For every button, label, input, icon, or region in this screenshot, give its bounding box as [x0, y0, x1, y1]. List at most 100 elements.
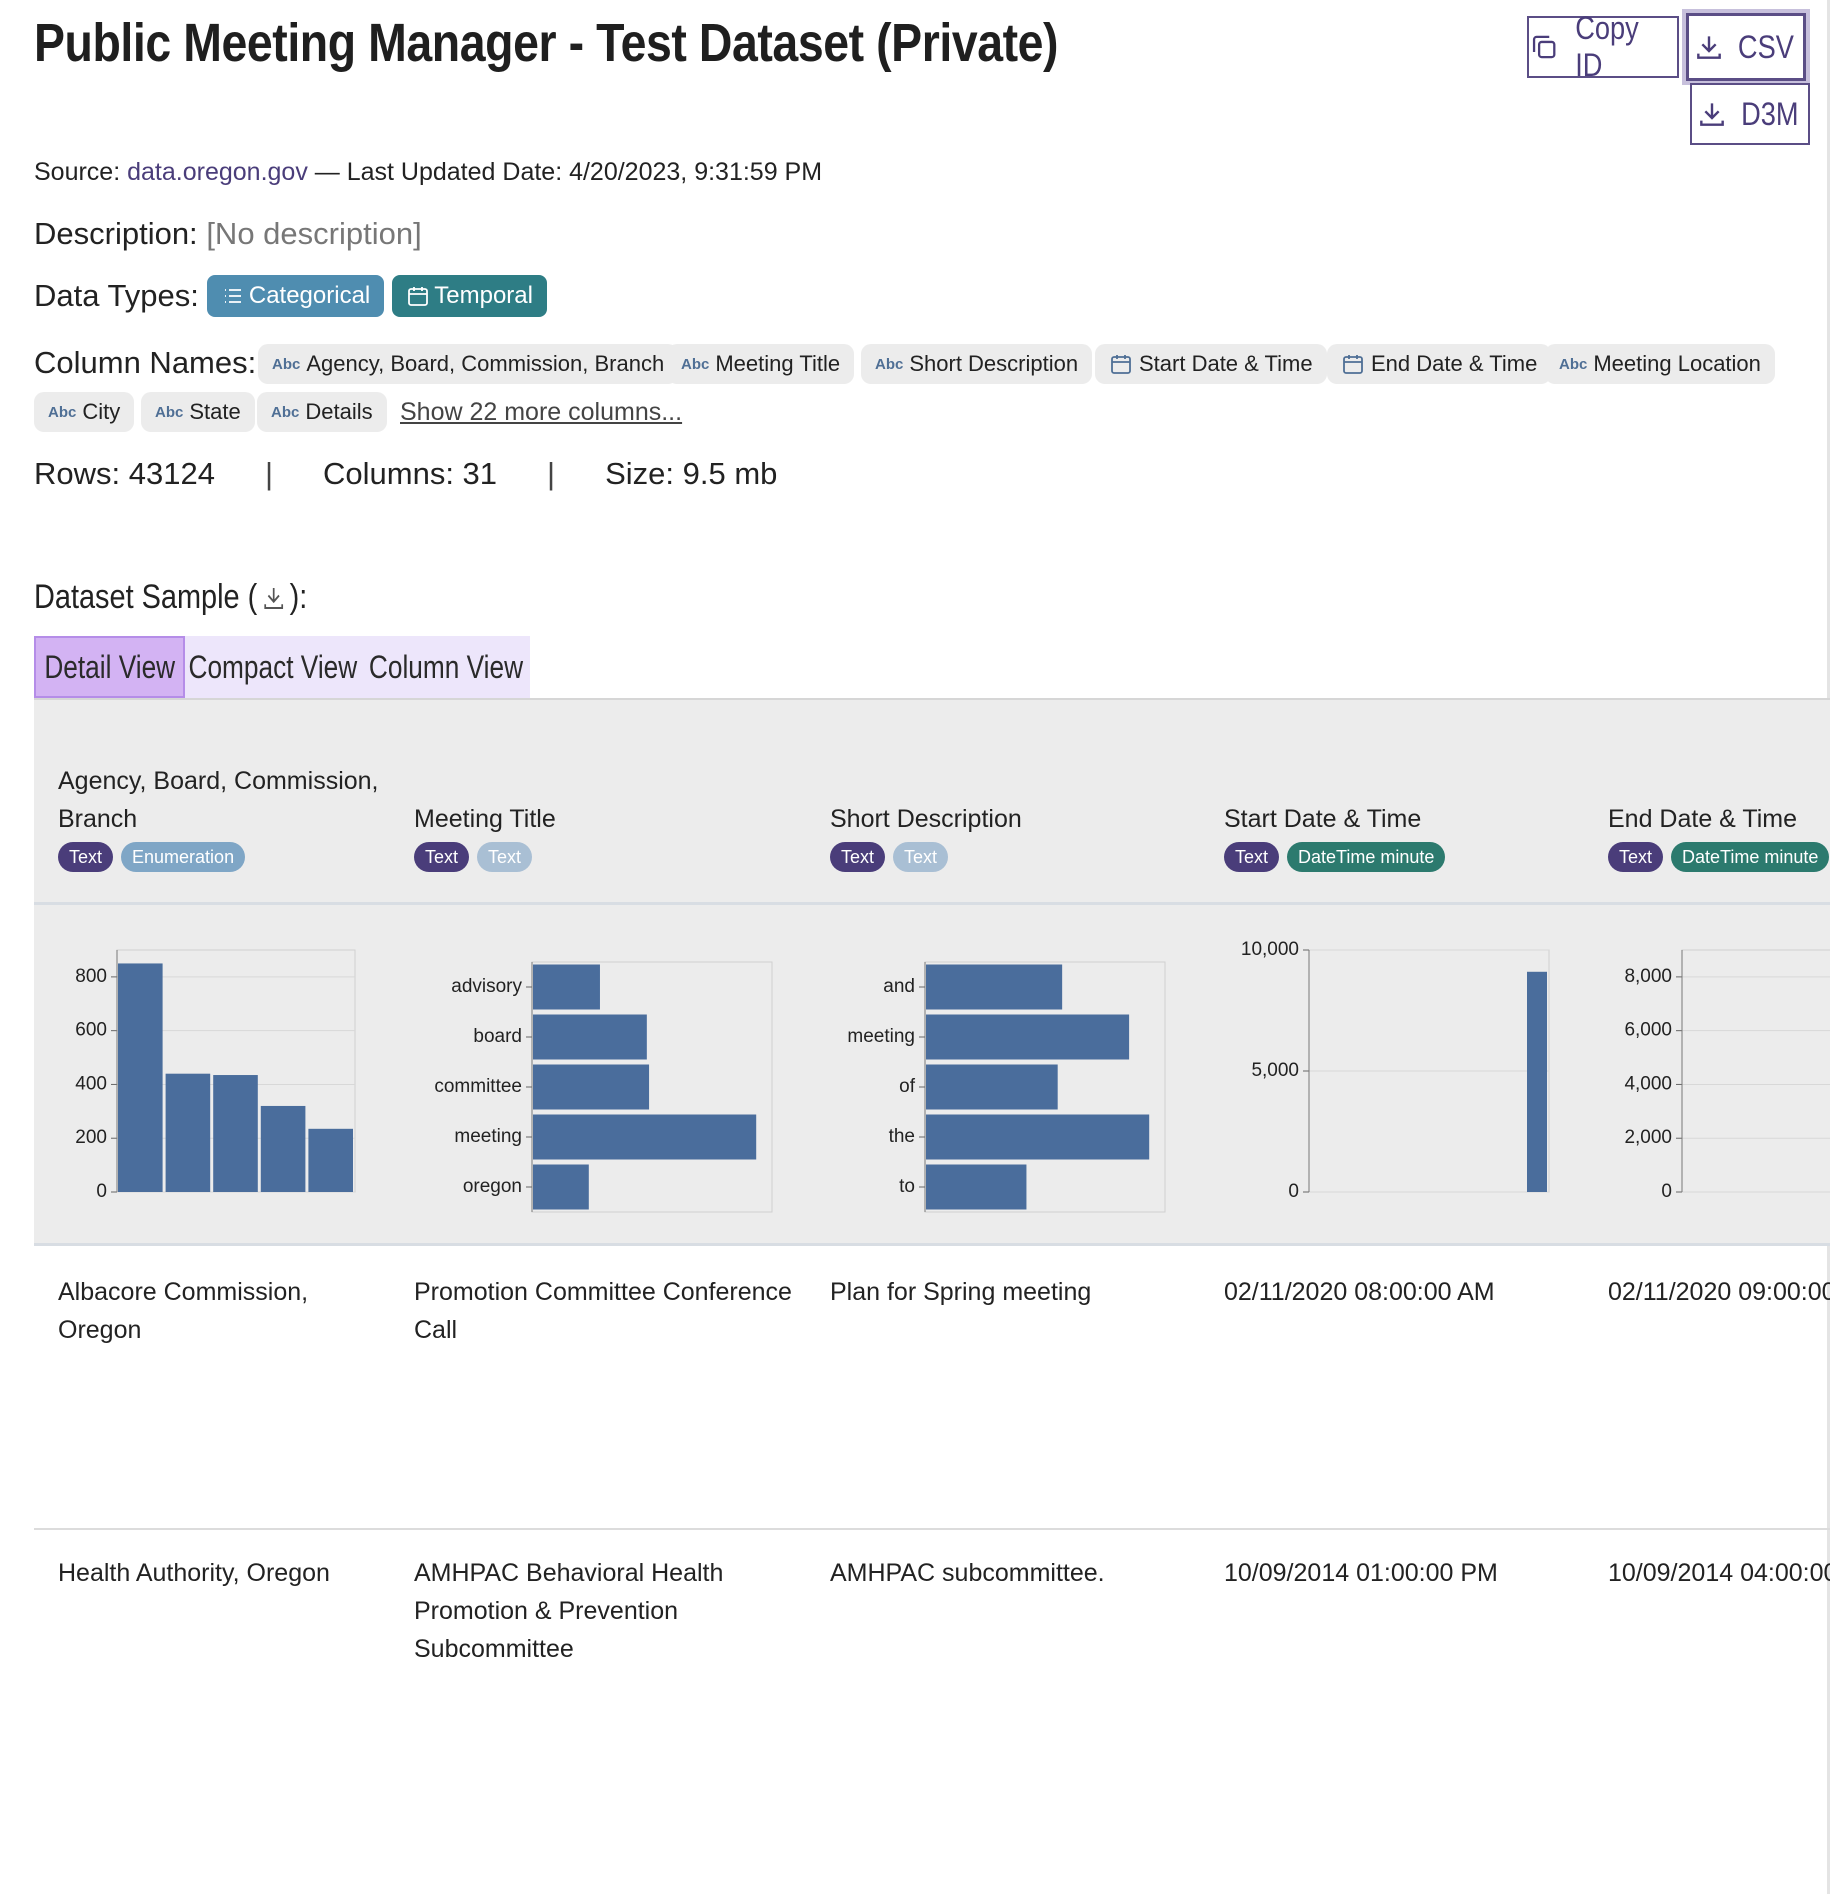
- word-frequency-bar: [926, 964, 1063, 1010]
- column-names-label: Column Names:: [34, 345, 257, 380]
- calendar-icon: [408, 287, 429, 306]
- download-d3m-button[interactable]: D3M: [1690, 83, 1810, 145]
- download-icon: [1700, 103, 1725, 126]
- y-tick-label: 800: [75, 966, 107, 987]
- download-csv-button[interactable]: CSV: [1686, 13, 1806, 81]
- word-frequency-bar: [533, 1164, 589, 1210]
- column-header: Start Date & Time Text DateTime minute: [1224, 800, 1446, 872]
- column-header: Agency, Board, Commission, Branch Text En…: [58, 762, 388, 872]
- columns-count: Columns: 31: [323, 456, 498, 491]
- y-tick-label: 8,000: [1624, 966, 1672, 987]
- column-chip[interactable]: Abc City: [34, 392, 135, 432]
- source-line: Source: data.oregon.gov — Last Updated D…: [34, 158, 822, 187]
- table-cell: 02/11/2020 09:00:00 ...: [1608, 1278, 1830, 1306]
- list-icon: [224, 289, 241, 303]
- column-header: End Date & Time Text DateTime minute: [1608, 800, 1830, 872]
- table-cell: Albacore Commission, Oregon: [58, 1278, 309, 1344]
- category-label: of: [899, 1076, 916, 1097]
- copy-id-button[interactable]: Copy ID: [1527, 10, 1679, 83]
- category-label: to: [899, 1176, 915, 1197]
- agency-histogram: 0 200 400 600 800: [75, 949, 356, 1202]
- show-more-columns-link[interactable]: Show 22 more columns...: [400, 398, 682, 427]
- dataset-size: Size: 9.5 mb: [605, 456, 778, 491]
- table-cell: 10/09/2014 01:00:00 PM: [1224, 1559, 1498, 1587]
- y-tick-label: 6,000: [1624, 1020, 1672, 1041]
- description-value: [No description]: [206, 216, 422, 251]
- table-cell: 10/09/2014 04:00:00: [1608, 1559, 1830, 1587]
- dataset-stats: Rows: 43124 | Columns: 31 | Size: 9.5 mb: [34, 456, 777, 492]
- word-frequency-bar: [533, 1064, 650, 1110]
- csv-label: CSV: [1738, 28, 1794, 65]
- column-chip[interactable]: Abc Meeting Location: [1545, 344, 1775, 384]
- meeting-title-word-chart: advisory board committee meeting oregon: [434, 961, 773, 1213]
- table-cell: AMHPAC Behavioral Health Promotion & Pre…: [414, 1559, 724, 1663]
- data-types-line: Data Types: Categorical Temporal: [34, 275, 547, 317]
- calendar-icon: [1343, 355, 1363, 374]
- type-badge: Text: [893, 842, 949, 872]
- column-chip[interactable]: Abc Meeting Title: [667, 344, 855, 384]
- column-chip[interactable]: Start Date & Time: [1095, 344, 1327, 384]
- text-type-icon: Abc: [1559, 355, 1588, 373]
- d3m-label: D3M: [1741, 95, 1799, 132]
- column-chip[interactable]: Abc Agency, Board, Commission, Branch: [258, 344, 679, 384]
- type-badge: Text: [830, 842, 886, 872]
- column-header: Meeting Title Text Text: [414, 800, 556, 872]
- download-icon[interactable]: [261, 583, 287, 613]
- category-label: board: [473, 1026, 522, 1047]
- calendar-icon: [1111, 355, 1131, 374]
- type-badge: Text: [1608, 842, 1664, 872]
- category-label: meeting: [454, 1126, 522, 1147]
- description-label: Description:: [34, 216, 198, 251]
- text-type-icon: Abc: [272, 355, 301, 373]
- category-label: the: [889, 1126, 915, 1147]
- word-frequency-bar: [926, 1164, 1027, 1210]
- type-badge: DateTime minute: [1287, 842, 1446, 872]
- end-date-histogram: 0 2,000 4,000 6,000 8,000: [1624, 949, 1830, 1202]
- y-tick-label: 0: [96, 1181, 107, 1202]
- tab-column-view[interactable]: Column View: [361, 636, 530, 698]
- y-tick-label: 10,000: [1241, 939, 1299, 960]
- column-chip[interactable]: Abc Details: [257, 392, 387, 432]
- short-description-word-chart: and meeting of the to: [847, 961, 1166, 1213]
- column-chip[interactable]: Abc Short Description: [861, 344, 1093, 384]
- type-badge: Enumeration: [121, 842, 246, 872]
- table-cell: Plan for Spring meeting: [830, 1278, 1092, 1306]
- word-frequency-bar: [926, 1114, 1150, 1160]
- type-badge: Text: [1224, 842, 1280, 872]
- category-label: oregon: [463, 1176, 522, 1197]
- text-type-icon: Abc: [681, 355, 710, 373]
- category-label: and: [883, 976, 915, 997]
- chart-divider: [34, 1243, 1830, 1246]
- y-tick-label: 400: [75, 1073, 107, 1094]
- y-tick-label: 0: [1288, 1181, 1299, 1202]
- row-divider: [34, 1528, 1830, 1530]
- download-icon: [1697, 36, 1721, 59]
- column-chip[interactable]: End Date & Time: [1327, 344, 1552, 384]
- plot-frame: [1681, 949, 1830, 1193]
- page-title: Public Meeting Manager - Test Dataset (P…: [34, 13, 1059, 73]
- table-cell: Health Authority, Oregon: [58, 1559, 330, 1587]
- data-types-label: Data Types:: [34, 278, 199, 313]
- column-chip[interactable]: Abc State: [141, 392, 255, 432]
- word-frequency-bar: [926, 1064, 1058, 1110]
- source-link[interactable]: data.oregon.gov: [127, 158, 308, 186]
- table-cell: 02/11/2020 08:00:00 AM: [1224, 1278, 1495, 1306]
- y-tick-label: 600: [75, 1020, 107, 1041]
- y-tick-label: 5,000: [1251, 1060, 1299, 1081]
- copy-id-label: Copy ID: [1575, 10, 1640, 83]
- text-type-icon: Abc: [271, 403, 300, 421]
- data-type-temporal[interactable]: Temporal: [392, 275, 547, 317]
- tab-detail-view[interactable]: Detail View: [34, 636, 185, 698]
- tab-compact-view[interactable]: Compact View: [185, 636, 361, 698]
- stats-separator: |: [547, 456, 556, 491]
- type-badge: Text: [414, 842, 470, 872]
- histogram-bar: [118, 963, 163, 1192]
- data-type-categorical[interactable]: Categorical: [206, 275, 385, 317]
- y-tick-label: 4,000: [1624, 1073, 1672, 1094]
- y-tick-label: 0: [1661, 1181, 1672, 1202]
- view-tabs: Detail View Compact View Column View: [34, 636, 530, 698]
- text-type-icon: Abc: [155, 403, 184, 421]
- histogram-bar: [165, 1073, 211, 1192]
- source-label: Source:: [34, 158, 121, 186]
- header-divider: [34, 902, 1830, 905]
